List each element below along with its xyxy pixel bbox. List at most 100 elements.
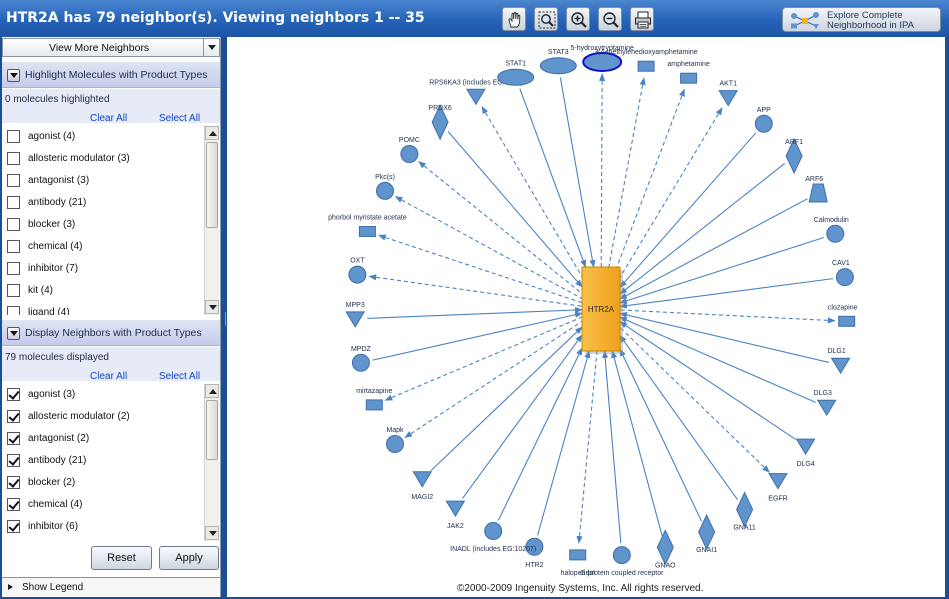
node-shape[interactable] xyxy=(826,224,845,243)
network-node[interactable]: DLG1 xyxy=(827,348,851,375)
network-node[interactable]: DLG4 xyxy=(795,438,816,468)
highlight-clear-all-link[interactable]: Clear All xyxy=(90,113,127,124)
network-node[interactable]: amphetamine xyxy=(667,61,710,84)
network-node[interactable]: CAV1 xyxy=(832,260,854,287)
explore-neighborhood-button[interactable]: Explore Complete Neighborhood in IPA xyxy=(782,7,941,32)
node-shape[interactable] xyxy=(386,435,404,453)
network-node[interactable]: STAT1 xyxy=(497,60,535,86)
network-node[interactable]: MAGI2 xyxy=(411,471,433,501)
network-node[interactable]: OXT xyxy=(348,258,367,284)
network-node[interactable]: Mapk xyxy=(386,427,404,453)
network-canvas[interactable]: STAT3 5-hydroxytryptamine 3,4-methylenedio… xyxy=(227,37,945,597)
network-node[interactable]: Pkc(s) xyxy=(375,174,395,200)
node-shape[interactable] xyxy=(816,399,837,417)
display-select-all-link[interactable]: Select All xyxy=(159,371,200,382)
collapse-toggle-icon[interactable] xyxy=(7,69,20,82)
product-type-checkbox[interactable] xyxy=(7,218,20,231)
product-type-checkbox[interactable] xyxy=(7,520,20,533)
node-shape[interactable] xyxy=(400,145,419,163)
zoom-fit-button[interactable] xyxy=(534,7,558,31)
product-type-checkbox[interactable] xyxy=(7,152,20,165)
node-shape[interactable] xyxy=(637,60,655,72)
node-shape[interactable] xyxy=(539,57,577,75)
highlight-select-all-link[interactable]: Select All xyxy=(159,113,200,124)
pan-tool-button[interactable] xyxy=(502,7,526,31)
node-shape[interactable] xyxy=(754,114,773,133)
product-type-checkbox[interactable] xyxy=(7,388,20,401)
product-type-checkbox[interactable] xyxy=(7,130,20,143)
node-shape[interactable] xyxy=(768,473,788,490)
product-type-checkbox[interactable] xyxy=(7,498,20,511)
node-shape[interactable] xyxy=(345,311,366,328)
node-shape[interactable] xyxy=(365,399,383,411)
scroll-up-icon[interactable] xyxy=(205,384,219,398)
display-section-header[interactable]: Display Neighbors with Product Types xyxy=(2,320,220,346)
node-shape[interactable] xyxy=(835,268,854,287)
product-type-checkbox[interactable] xyxy=(7,476,20,489)
network-node[interactable]: AKT1 xyxy=(718,81,739,107)
node-shape[interactable] xyxy=(358,226,376,237)
network-node[interactable]: clozapine xyxy=(828,304,858,327)
network-node[interactable]: JAK2 xyxy=(445,500,466,530)
zoom-in-button[interactable] xyxy=(566,7,590,31)
chevron-down-icon[interactable] xyxy=(203,39,219,56)
product-type-checkbox[interactable] xyxy=(7,410,20,423)
node-shape[interactable] xyxy=(466,88,486,106)
product-type-checkbox[interactable] xyxy=(7,306,20,315)
network-node[interactable]: haloperidol xyxy=(561,549,596,577)
display-clear-all-link[interactable]: Clear All xyxy=(90,371,127,382)
product-type-checkbox[interactable] xyxy=(7,262,20,275)
network-graph[interactable]: STAT35-hydroxytryptamine3,4-methylenedio… xyxy=(227,37,945,597)
node-shape[interactable] xyxy=(445,500,466,518)
scroll-down-icon[interactable] xyxy=(205,300,219,314)
network-node[interactable]: mirtazapine xyxy=(356,388,392,411)
node-shape[interactable] xyxy=(795,438,816,456)
network-node[interactable]: EGFR xyxy=(768,473,788,503)
display-scrollbar[interactable] xyxy=(204,384,219,541)
network-node[interactable]: Calmodulin xyxy=(814,217,849,243)
node-shape[interactable] xyxy=(612,546,631,565)
scroll-thumb[interactable] xyxy=(206,142,218,228)
node-shape[interactable] xyxy=(838,315,856,327)
network-node[interactable]: phorbol myristate acetate xyxy=(328,215,407,237)
view-more-neighbors-dropdown[interactable]: View More Neighbors xyxy=(2,38,220,57)
collapse-toggle-icon[interactable] xyxy=(7,327,20,340)
network-node[interactable]: STAT3 xyxy=(539,49,577,75)
scroll-down-icon[interactable] xyxy=(205,526,219,540)
network-node[interactable]: ARF1 xyxy=(785,137,803,175)
node-shape[interactable] xyxy=(497,68,535,86)
node-shape[interactable] xyxy=(412,471,433,488)
node-shape[interactable] xyxy=(348,265,367,284)
product-type-checkbox[interactable] xyxy=(7,240,20,253)
node-shape[interactable] xyxy=(680,72,698,84)
product-type-checkbox[interactable] xyxy=(7,196,20,209)
network-node[interactable]: ARF6 xyxy=(805,176,828,203)
node-shape[interactable] xyxy=(718,90,739,107)
print-button[interactable] xyxy=(630,7,654,31)
zoom-out-button[interactable] xyxy=(598,7,622,31)
network-node[interactable]: HTR2 xyxy=(525,537,544,569)
node-shape[interactable] xyxy=(351,353,370,372)
product-type-checkbox[interactable] xyxy=(7,432,20,445)
product-type-checkbox[interactable] xyxy=(7,454,20,467)
node-shape[interactable] xyxy=(656,529,674,566)
product-type-checkbox[interactable] xyxy=(7,174,20,187)
highlight-section-header[interactable]: Highlight Molecules with Product Types xyxy=(2,62,220,88)
network-node[interactable]: DLG3 xyxy=(814,390,837,417)
network-node[interactable]: POMC xyxy=(399,137,420,163)
product-type-checkbox[interactable] xyxy=(7,284,20,297)
network-node[interactable]: GNAO xyxy=(655,529,676,569)
scroll-up-icon[interactable] xyxy=(205,126,219,140)
reset-button[interactable]: Reset xyxy=(91,546,152,570)
node-shape[interactable] xyxy=(808,183,828,203)
apply-button[interactable]: Apply xyxy=(159,546,219,570)
show-legend-toggle[interactable]: Show Legend xyxy=(2,577,220,596)
network-node[interactable]: APP xyxy=(754,107,773,133)
node-shape[interactable] xyxy=(376,181,394,200)
node-shape[interactable] xyxy=(484,522,503,540)
network-node[interactable]: GNAI1 xyxy=(696,513,717,554)
node-shape[interactable] xyxy=(569,549,587,561)
network-node[interactable]: MPP3 xyxy=(345,302,366,328)
highlight-scrollbar[interactable] xyxy=(204,126,219,315)
node-shape[interactable] xyxy=(830,357,851,375)
